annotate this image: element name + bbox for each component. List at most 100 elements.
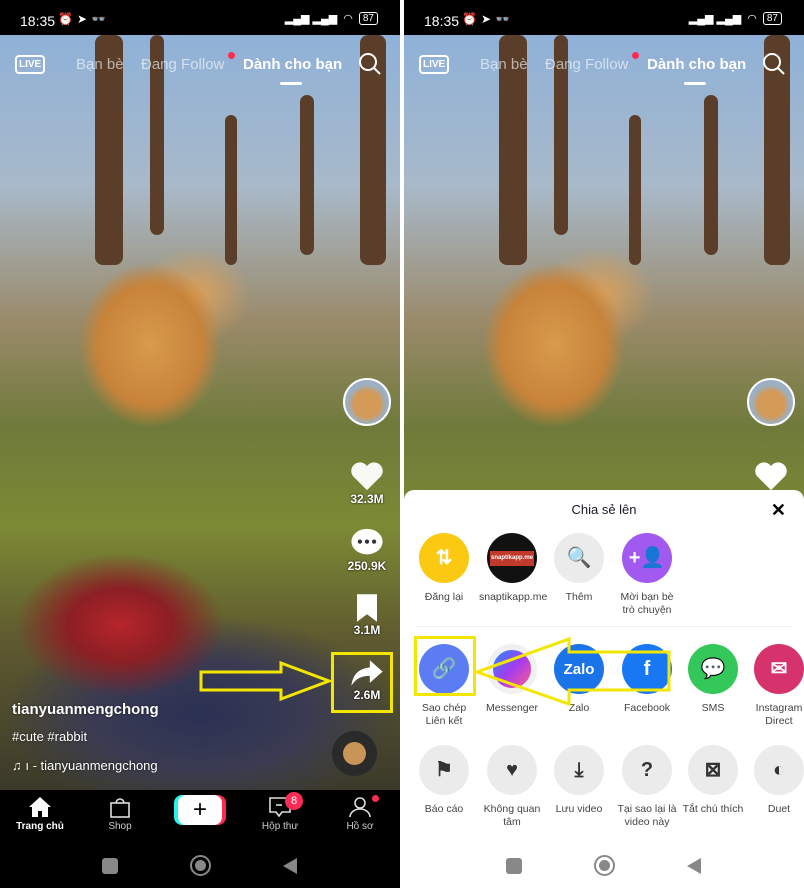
like-count: 32.3M xyxy=(350,492,384,506)
wifi-icon: ◠ xyxy=(343,13,353,25)
share-option[interactable]: +👤 Mời bạn bè trò chuyện xyxy=(614,533,680,617)
nav-shop[interactable]: Shop xyxy=(85,796,155,832)
plus-icon: + xyxy=(192,796,207,823)
top-nav: LIVE Bạn bè Đang Follow Dành cho bạn xyxy=(404,50,804,85)
share-option[interactable]: snaptikapp.me snaptikapp.me xyxy=(479,533,548,604)
tab-friends[interactable]: Bạn bè xyxy=(480,56,528,73)
instagram-direct-icon: ✉ xyxy=(754,644,804,694)
share-option-label: Duet xyxy=(767,803,791,815)
heart-icon xyxy=(755,462,787,491)
nav-label: Shop xyxy=(108,821,132,832)
bookmark-icon xyxy=(357,594,377,622)
create-button[interactable]: + xyxy=(178,795,222,825)
share-option[interactable]: ⤓ Lưu video xyxy=(546,745,612,816)
duet-icon: ◐ xyxy=(754,745,804,795)
share-option-label: Mời bạn bè trò chuyện xyxy=(620,591,674,616)
share-option-label: Tại sao lại là video này xyxy=(617,803,677,828)
phone-screen-share: 18:35 ⏰➤👓 ▂▄▆ ▂▄▆ ◠ 87 LIVE Bạn bè Đang Fo… xyxy=(404,0,804,888)
search-icon: 🔍 xyxy=(554,533,604,583)
repost-icon: ⇅ xyxy=(419,533,469,583)
back-button[interactable] xyxy=(687,858,701,874)
recents-button[interactable] xyxy=(506,858,522,874)
like-button[interactable]: 32.3M xyxy=(344,460,390,506)
flag-icon: ⚑ xyxy=(419,745,469,795)
profile-dot xyxy=(372,795,379,802)
status-icons: ⏰➤👓 xyxy=(462,12,514,26)
captions-off-icon: ⊠ xyxy=(688,745,738,795)
sound-name: ı - tianyuanmengchong xyxy=(25,758,158,773)
battery-icon: 87 xyxy=(762,12,782,25)
status-right: ▂▄▆ ▂▄▆ ◠ 87 xyxy=(689,12,782,25)
status-time: 18:35 xyxy=(20,13,56,29)
tab-following[interactable]: Đang Follow xyxy=(141,56,224,73)
sound-disc[interactable] xyxy=(332,731,377,776)
creator-avatar[interactable] xyxy=(343,378,391,426)
tab-following[interactable]: Đang Follow xyxy=(545,56,628,73)
live-button[interactable]: LIVE xyxy=(419,55,450,74)
share-option[interactable]: 💬 SMS xyxy=(680,644,746,715)
tab-friends[interactable]: Bạn bè xyxy=(76,56,124,73)
top-nav: LIVE Bạn bè Đang Follow Dành cho bạn xyxy=(0,50,400,85)
home-system-button[interactable] xyxy=(190,855,211,876)
creator-avatar[interactable] xyxy=(747,378,795,426)
signal-icon: ▂▄▆ ▂▄▆ xyxy=(688,13,742,25)
share-option-label: Báo cáo xyxy=(424,803,464,815)
share-option[interactable]: ⊠ Tắt chú thích xyxy=(680,745,746,816)
tab-for-you[interactable]: Dành cho bạn xyxy=(647,56,746,73)
save-count: 3.1M xyxy=(353,623,381,637)
wifi-icon: ◠ xyxy=(747,13,757,25)
search-icon[interactable] xyxy=(358,52,382,76)
comment-button[interactable]: 250.9K xyxy=(344,527,390,573)
share-option-label: Không quan tâm xyxy=(483,803,541,828)
recents-button[interactable] xyxy=(102,858,118,874)
post-sound[interactable]: ♫ ı - tianyuanmengchong xyxy=(12,758,158,773)
share-option-label: Đăng lại xyxy=(424,591,464,603)
tab-for-you[interactable]: Dành cho bạn xyxy=(243,56,342,73)
phone-screen-feed: 18:35 ⏰➤👓 ▂▄▆ ▂▄▆ ◠ 87 LIVE Bạn bè Đang Fo… xyxy=(0,0,400,888)
share-option[interactable]: ⇅ Đăng lại xyxy=(411,533,477,604)
share-option-label: Instagram Direct xyxy=(755,702,803,727)
nav-home[interactable]: Trang chủ xyxy=(5,796,75,832)
nav-inbox[interactable]: Hộp thư xyxy=(245,796,315,832)
highlight-box xyxy=(331,652,393,713)
download-icon: ⤓ xyxy=(554,745,604,795)
share-option-label: Tắt chú thích xyxy=(682,803,744,815)
post-hashtags[interactable]: #cute #rabbit xyxy=(12,729,87,744)
add-friend-icon: +👤 xyxy=(622,533,672,583)
share-option-label: Sao chép Liên kết xyxy=(421,702,467,727)
save-button[interactable]: 3.1M xyxy=(344,593,390,637)
nav-profile[interactable]: Hồ sơ xyxy=(325,796,395,832)
profile-icon xyxy=(349,797,371,818)
nav-label: Hồ sơ xyxy=(346,821,374,832)
active-tab-indicator xyxy=(280,82,302,85)
back-button[interactable] xyxy=(283,858,297,874)
search-icon[interactable] xyxy=(762,52,786,76)
share-option[interactable]: ? Tại sao lại là video này xyxy=(614,745,680,829)
home-system-button[interactable] xyxy=(594,855,615,876)
like-button[interactable] xyxy=(748,460,794,492)
share-option-label: SMS xyxy=(701,702,725,714)
status-time: 18:35 xyxy=(424,13,460,29)
share-option-label: Lưu video xyxy=(555,803,603,815)
share-option[interactable]: ✉ Instagram Direct xyxy=(746,644,804,728)
nav-label: Hộp thư xyxy=(261,821,299,832)
shop-bag-icon xyxy=(110,798,130,818)
divider xyxy=(416,626,792,627)
share-option-label: snaptikapp.me xyxy=(479,591,548,603)
share-option[interactable]: ♥ Không quan tâm xyxy=(479,745,545,829)
active-tab-indicator xyxy=(684,82,706,85)
post-username[interactable]: tianyuanmengchong xyxy=(12,701,159,718)
status-icons: ⏰➤👓 xyxy=(58,12,110,26)
close-icon[interactable]: ✕ xyxy=(771,500,786,521)
share-option[interactable]: ◐ Duet xyxy=(746,745,804,816)
status-right: ▂▄▆ ▂▄▆ ◠ 87 xyxy=(285,12,378,25)
status-bar: 18:35 ⏰➤👓 ▂▄▆ ▂▄▆ ◠ 87 xyxy=(0,0,400,35)
signal-icon: ▂▄▆ ▂▄▆ xyxy=(284,13,338,25)
live-button[interactable]: LIVE xyxy=(15,55,46,74)
following-dot xyxy=(228,52,235,59)
heart-icon xyxy=(351,462,383,491)
system-nav xyxy=(0,850,400,888)
share-option[interactable]: 🔍 Thêm xyxy=(546,533,612,604)
inbox-badge: 8 xyxy=(285,792,303,810)
share-option[interactable]: ⚑ Báo cáo xyxy=(411,745,477,816)
